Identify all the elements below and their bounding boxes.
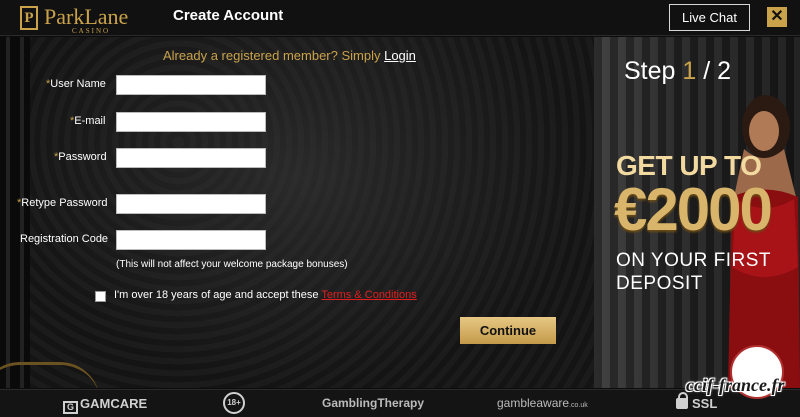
gamcare-icon: G [63,401,78,414]
ccif-watermark-text: ccif-france.fr [686,375,785,395]
close-icon[interactable]: ✕ [767,7,787,27]
age-18-badge-icon: 18+ [223,392,245,414]
registration-code-input[interactable] [116,230,266,250]
step-current: 1 [682,57,697,85]
gamcare-text: GAMCARE [80,396,148,411]
step-indicator: Step 1 / 2 [624,57,731,86]
login-link[interactable]: Login [384,48,416,63]
retype-password-label-text: Retype Password [21,197,108,209]
already-registered-label: Already a registered member? Simply [163,48,385,63]
retype-password-label: *Retype Password [17,197,108,209]
promo-subline: ON YOUR FIRST [616,250,771,271]
password-input[interactable] [116,148,266,168]
gamble-aware-suffix: .co.uk [569,402,588,409]
promo-subline-2: DEPOSIT [616,273,703,294]
gambling-therapy-logo[interactable]: GamblingTherapy [322,396,424,410]
promo-amount: €2000 [614,176,773,243]
continue-button[interactable]: Continue [460,317,556,344]
curtain-decoration [0,37,30,388]
password-label-text: Password [58,151,107,163]
email-input[interactable] [116,112,266,132]
terms-conditions-link[interactable]: Terms & Conditions [321,289,416,301]
registration-code-note: (This will not affect your welcome packa… [116,259,348,270]
registration-form-panel: Already a registered member? Simply Logi… [0,37,594,388]
username-label-text: User Name [50,78,106,90]
username-label: *User Name [46,78,106,90]
email-label-text: E-mail [74,115,106,127]
curtain-swag-decoration [0,362,100,388]
registration-code-label-text: Registration Code [20,233,109,245]
parklane-logo[interactable]: P ParkLane CASINO [20,4,150,35]
step-label: Step [624,57,676,85]
username-input[interactable] [116,75,266,95]
page-title: Create Account [173,7,284,24]
retype-password-input[interactable] [116,194,266,214]
gamcare-logo[interactable]: G GAMCARE [63,396,147,414]
footer-trust-bar: G GAMCARE 18+ GamblingTherapy gambleaware… [0,389,800,417]
promo-panel: Step 1 / 2 GET UP TO €2000 ON YOUR FIRST… [594,37,800,388]
age-terms-text: I'm over 18 years of age and accept thes… [114,289,417,301]
logo-subtitle: CASINO [72,27,111,35]
logo-mark-icon: P [20,6,38,30]
gamble-aware-text: gambleaware [497,396,570,410]
email-label: *E-mail [70,115,105,127]
step-total: 2 [717,57,732,85]
registration-code-label: Registration Code [20,233,108,245]
password-label: *Password [54,151,107,163]
ccif-watermark: ccif-france.fr [686,345,798,417]
live-chat-button[interactable]: Live Chat [669,4,750,31]
gamble-aware-logo[interactable]: gambleaware.co.uk [497,396,588,410]
already-registered-text: Already a registered member? Simply Logi… [163,48,416,63]
age-terms-checkbox[interactable] [95,291,106,302]
step-separator: / [703,57,711,85]
age-terms-label: I'm over 18 years of age and accept thes… [114,289,322,301]
header: P ParkLane CASINO Create Account Live Ch… [0,0,800,36]
